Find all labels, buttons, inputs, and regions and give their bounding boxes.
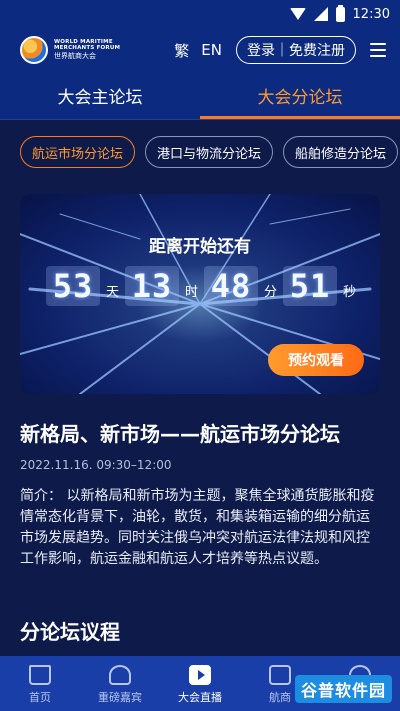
status-bar: 12:30: [0, 0, 400, 28]
main-tabs: 大会主论坛 大会分论坛: [0, 72, 400, 120]
subtab-shipbuilding[interactable]: 船舶修造分论坛: [283, 136, 399, 168]
countdown-second-unit: 秒: [343, 284, 357, 300]
language-switch: 繁 EN: [174, 40, 222, 61]
countdown-hour-unit: 时: [184, 284, 198, 300]
agenda-title: 分论坛议程: [20, 620, 120, 644]
countdown-title: 距离开始还有: [149, 237, 251, 257]
nav-label: 重磅嘉宾: [98, 691, 142, 704]
lang-traditional[interactable]: 繁: [174, 40, 189, 61]
lang-english[interactable]: EN: [201, 41, 222, 59]
logo-text: WORLD MARITIME MERCHANTS FORUM 世界航商大会: [54, 39, 138, 60]
wifi-icon: [289, 8, 306, 20]
countdown-minute-unit: 分: [264, 284, 278, 300]
subtab-shipping-market[interactable]: 航运市场分论坛: [20, 136, 136, 168]
event-description: 简介： 以新格局和新市场为主题，聚焦全球通货膨胀和疫情常态化背景下，油轮，散货，…: [20, 488, 375, 567]
nav-label: 航商: [269, 691, 291, 704]
countdown-hours: 13: [124, 266, 179, 306]
tab-sub-forum[interactable]: 大会分论坛: [200, 72, 400, 119]
nav-item-guests[interactable]: 重磅嘉宾: [80, 656, 160, 711]
countdown-minutes: 48: [204, 266, 258, 306]
menu-line: [370, 49, 386, 51]
menu-line: [370, 43, 386, 45]
nav-label: 首页: [29, 691, 51, 704]
countdown-seconds: 51: [283, 266, 338, 306]
app-header: WORLD MARITIME MERCHANTS FORUM 世界航商大会 繁 …: [0, 28, 400, 72]
logo[interactable]: WORLD MARITIME MERCHANTS FORUM 世界航商大会: [20, 36, 138, 64]
sub-forum-tabs: 航运市场分论坛 港口与物流分论坛 船舶修造分论坛: [0, 120, 400, 184]
event-time: 2022.11.16. 09:30–12:00: [20, 458, 172, 472]
battery-icon: [335, 4, 345, 22]
logo-mark-icon: [20, 36, 48, 64]
tab-main-forum[interactable]: 大会主论坛: [0, 72, 200, 119]
watermark: 谷普软件园: [294, 675, 392, 703]
nav-label: 大会直播: [178, 691, 222, 704]
nav-item-home[interactable]: 首页: [0, 656, 80, 711]
countdown-days: 53: [45, 266, 100, 306]
person-icon: [109, 665, 131, 685]
menu-line: [370, 55, 386, 57]
reserve-watch-button[interactable]: 预约观看: [268, 344, 364, 376]
countdown-day-unit: 天: [105, 284, 119, 300]
menu-icon[interactable]: [370, 43, 386, 57]
home-icon: [29, 665, 51, 685]
event-title: 新格局、新市场——航运市场分论坛: [20, 422, 340, 446]
news-icon: [269, 665, 291, 685]
countdown-timer: 53 天 13 时 48 分 51 秒: [38, 266, 366, 306]
logo-cn: 世界航商大会: [54, 51, 96, 60]
live-video-card[interactable]: 距离开始还有 53 天 13 时 48 分 51 秒 预约观看: [20, 194, 380, 394]
play-icon: [189, 665, 211, 685]
login-register-button[interactable]: 登录｜免费注册: [236, 36, 356, 64]
status-time: 12:30: [352, 6, 390, 22]
subtab-port-logistics[interactable]: 港口与物流分论坛: [145, 136, 274, 168]
nav-item-live[interactable]: 大会直播: [160, 656, 240, 711]
logo-en: WORLD MARITIME MERCHANTS FORUM: [54, 39, 121, 51]
signal-icon: [313, 7, 328, 21]
